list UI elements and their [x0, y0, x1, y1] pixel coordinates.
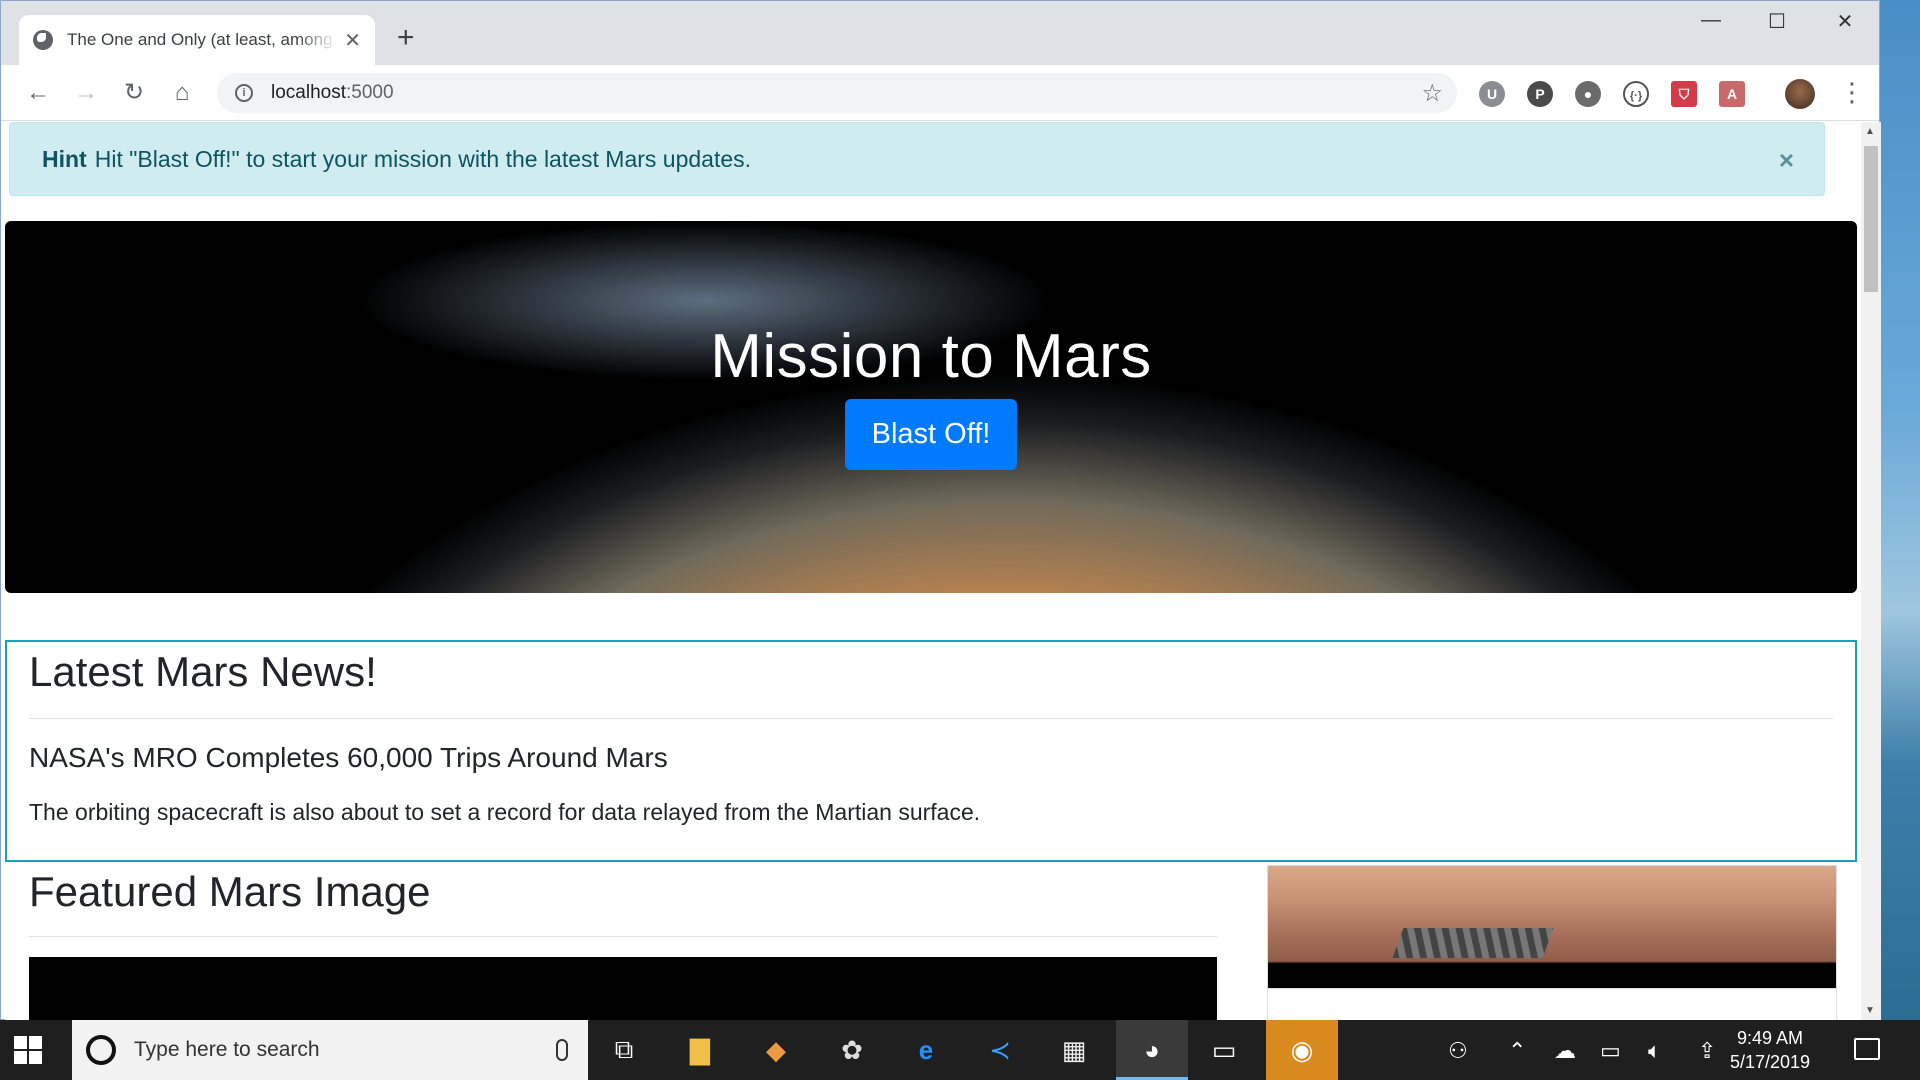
terminal-icon[interactable]: ▭	[1206, 1032, 1242, 1068]
search-placeholder: Type here to search	[134, 1038, 320, 1061]
hero-title: Mission to Mars	[710, 322, 1152, 391]
reload-icon[interactable]: ↻	[119, 79, 149, 107]
notifications-icon[interactable]	[1854, 1038, 1880, 1060]
microphone-icon[interactable]	[556, 1039, 568, 1061]
scroll-up-icon[interactable]: ▲	[1865, 126, 1875, 137]
new-tab-button[interactable]: +	[397, 23, 415, 53]
featured-heading: Featured Mars Image	[29, 868, 431, 915]
url-text[interactable]: localhost:5000	[271, 82, 394, 104]
address-bar[interactable]: i localhost:5000 ☆	[217, 73, 1457, 113]
alert-text: Hit "Blast Off!" to start your mission w…	[94, 145, 752, 172]
ghost-icon[interactable]: ●	[1575, 81, 1601, 107]
news-title: NASA's MRO Completes 60,000 Trips Around…	[29, 742, 668, 773]
tab-close-icon[interactable]: ✕	[344, 28, 361, 53]
close-window-button[interactable]: ✕	[1825, 9, 1865, 34]
people-icon[interactable]: ⚇	[1448, 1038, 1468, 1064]
featured-image[interactable]	[29, 957, 1217, 1020]
info-icon[interactable]: i	[235, 84, 253, 102]
windows-start-icon[interactable]	[14, 1036, 42, 1064]
clock-time: 9:49 AM	[1736, 1028, 1804, 1048]
cortana-icon[interactable]	[86, 1035, 116, 1065]
taskbar-search[interactable]: Type here to search	[72, 1020, 588, 1080]
task-view-icon[interactable]: ⧉	[606, 1032, 642, 1068]
bookmark-star-icon[interactable]: ☆	[1421, 79, 1443, 108]
windows-taskbar: Type here to search ⧉ ▇ ◆ ✿ e ≺ ▦ ◕ ▭ ◉ …	[0, 1020, 1920, 1080]
globe-icon	[33, 30, 53, 50]
battery-icon[interactable]: ▭	[1600, 1038, 1621, 1064]
browser-tab[interactable]: The One and Only (at least, among planet…	[19, 15, 375, 65]
alert-close-icon[interactable]: ×	[1779, 145, 1794, 176]
store-icon[interactable]: ▦	[1056, 1032, 1092, 1068]
divider	[29, 718, 1833, 719]
edge-icon[interactable]: e	[908, 1032, 944, 1068]
volume-icon[interactable]: 🔈︎	[1648, 1038, 1661, 1064]
divider	[29, 936, 1217, 937]
desktop-wallpaper	[1880, 0, 1920, 1020]
chevron-up-icon[interactable]: ⌃	[1508, 1038, 1526, 1064]
maximize-button[interactable]: ☐	[1757, 9, 1797, 34]
hint-alert: Hint Hit "Blast Off!" to start your miss…	[9, 122, 1825, 196]
file-explorer-icon[interactable]: ▇	[682, 1032, 718, 1068]
news-teaser: The orbiting spacecraft is also about to…	[29, 799, 981, 825]
featured-image-section: Featured Mars Image	[29, 866, 1217, 1020]
menu-dots-icon[interactable]: ⋮	[1839, 77, 1865, 107]
news-section: Latest Mars News! NASA's MRO Completes 6…	[5, 640, 1857, 862]
page-scrollbar[interactable]: ▲ ▼	[1861, 122, 1881, 1020]
solar-panel-lander	[1392, 928, 1554, 958]
hero-banner: Mission to Mars Blast Off!	[5, 221, 1857, 593]
news-heading: Latest Mars News!	[29, 648, 377, 695]
upload-icon[interactable]: ⇪	[1698, 1038, 1716, 1064]
tab-title: The One and Only (at least, among planet…	[67, 30, 337, 49]
ublock-icon[interactable]: U	[1479, 81, 1505, 107]
clock-date: 5/17/2019	[1729, 1052, 1811, 1072]
scroll-down-icon[interactable]: ▼	[1865, 1005, 1875, 1016]
blast-off-button[interactable]: Blast Off!	[845, 399, 1017, 470]
onedrive-icon[interactable]: ☁	[1554, 1038, 1576, 1064]
browser-window: The One and Only (at least, among planet…	[0, 0, 1881, 1020]
page-viewport: Hint Hit "Blast Off!" to start your miss…	[5, 122, 1861, 1020]
paypal-icon[interactable]: P	[1527, 81, 1553, 107]
minimize-button[interactable]: —	[1691, 9, 1731, 32]
json-icon[interactable]: {·}	[1623, 81, 1649, 107]
tab-strip: The One and Only (at least, among planet…	[1, 1, 1879, 65]
back-icon[interactable]: ←	[23, 79, 53, 107]
mars-landscape-image	[1267, 865, 1837, 989]
pocket-icon[interactable]: ⛉	[1671, 81, 1697, 107]
side-card-body	[1267, 989, 1837, 1020]
scroll-thumb[interactable]	[1864, 146, 1878, 292]
chrome-profile-icon[interactable]: ◕	[1116, 1020, 1188, 1080]
taskbar-clock[interactable]: 9:49 AM 5/17/2019	[1720, 1026, 1820, 1074]
alert-label: Hint	[42, 145, 87, 172]
paint-icon[interactable]: ✿	[834, 1032, 870, 1068]
home-icon[interactable]: ⌂	[167, 79, 197, 107]
git-icon[interactable]: ◆	[758, 1032, 794, 1068]
pdf-icon[interactable]: A	[1719, 81, 1745, 107]
browser-toolbar: ← → ↻ ⌂ i localhost:5000 ☆ U P ● {·} ⛉ A…	[1, 65, 1879, 121]
profile-avatar[interactable]	[1785, 79, 1815, 109]
forward-icon[interactable]: →	[71, 79, 101, 107]
chrome-icon[interactable]: ◉	[1266, 1020, 1338, 1080]
vscode-icon[interactable]: ≺	[982, 1032, 1018, 1068]
